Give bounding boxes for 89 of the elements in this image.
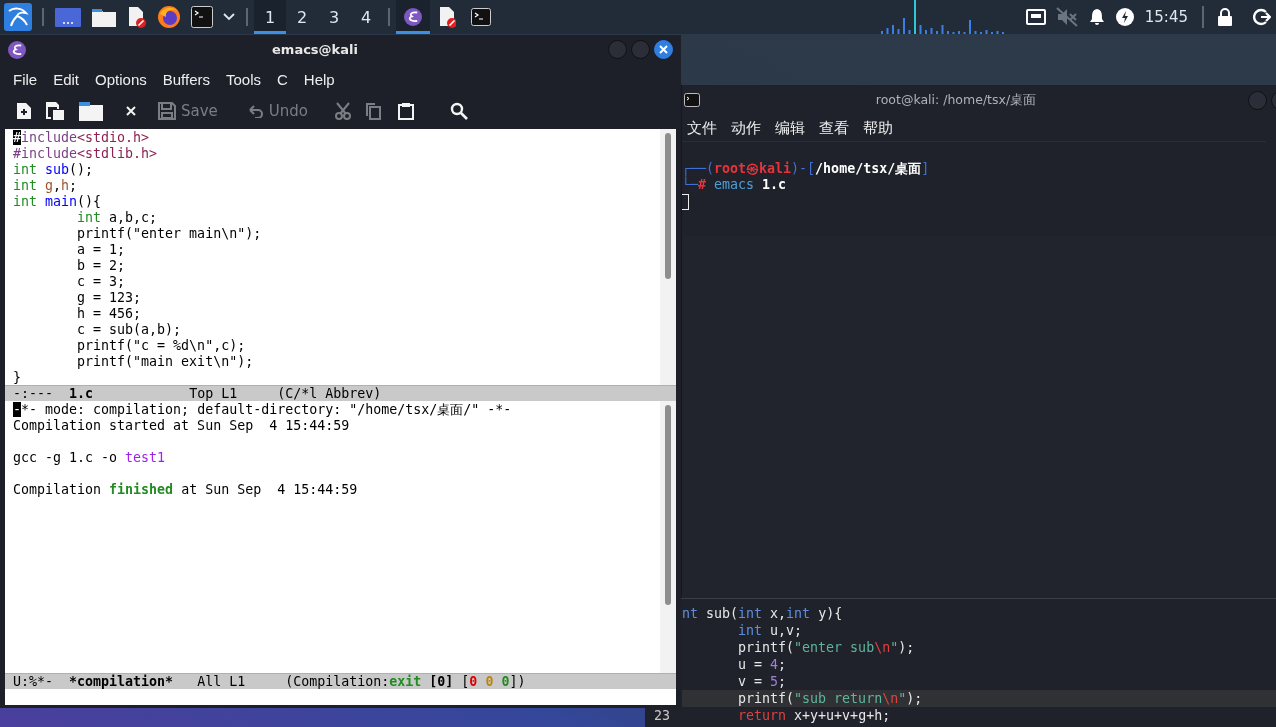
notifications-icon [1087,8,1106,26]
document-icon [438,6,456,28]
scrollbar-thumb[interactable] [665,133,671,279]
window-title: root@kali: /home/tsx/桌面 [874,91,1038,109]
scrollbar[interactable] [660,401,676,673]
folder-icon [91,6,117,28]
code-line: printf("enter sub\n"); [737,639,916,656]
code-line: h = 456; [76,306,143,322]
workspace-tab[interactable]: 4 [350,0,382,34]
search-button[interactable] [450,102,468,121]
menu-item[interactable]: Help [295,71,343,89]
code-line: -*- mode: compilation; default-directory: "/home/tsx/桌面/" -*- [13,402,513,418]
menu-item[interactable]: 编辑 [768,118,812,138]
code-line: c = 3; [76,274,127,290]
close-icon [659,45,668,55]
volume-muted-icon [1055,7,1078,27]
code-line: c = sub(a,b); [76,322,183,338]
paste-button[interactable] [398,102,414,121]
scrollbar[interactable] [660,129,676,385]
code-line: int main(){ [13,194,103,210]
code-line: int u,v; [737,622,804,639]
power-icon [1115,8,1134,26]
code-line: b = 2; [76,258,127,274]
code-line: u = 4; [737,656,788,673]
line-number: 23 [653,707,671,724]
code-line: v = 5; [737,673,788,690]
undo-icon [247,104,264,119]
code-line: return x+y+u+v+g+h; [737,707,892,724]
workspace-tab[interactable]: 1 [254,0,286,34]
kali-dragon-icon[interactable] [4,3,32,31]
search-icon [450,102,468,121]
save-icon [158,102,176,121]
new-button[interactable] [16,102,32,121]
workspace-tab[interactable]: 3 [318,0,350,34]
logout-icon [1253,8,1271,26]
lock-icon [1217,8,1233,26]
copy-icon [365,102,381,121]
code-line: int sub(); [13,162,95,178]
scissors-icon [335,102,351,121]
terminal-icon [191,6,213,28]
terminal-icon [471,8,491,26]
taskbar-window-button[interactable] [396,0,430,34]
code-line: gcc -g 1.c -o test1 [13,450,167,466]
folder-button[interactable] [78,100,104,123]
code-line: int a,b,c; [76,210,159,226]
menu-item[interactable]: File [5,71,46,89]
terminal-line: ┌──(root㉿kali)-[/home/tsx/桌面] [682,161,931,177]
new-file-icon [16,102,32,121]
text-cursor [682,194,689,210]
terminal-icon [684,93,700,107]
network-icon [1025,9,1046,25]
menu-item[interactable]: 文件 [682,118,724,138]
code-line: printf("main exit\n"); [76,354,255,370]
menu-item[interactable]: 帮助 [856,118,900,138]
code-line: Compilation started at Sun Sep 4 15:44:59 [13,418,351,434]
menu-item[interactable]: Options [87,71,155,89]
menu-item[interactable]: C [269,71,296,89]
menu-item[interactable]: Edit [45,71,88,89]
show-desktop-icon [55,6,81,28]
code-line: #include<stdlib.h> [13,146,159,162]
code-line: g = 123; [76,290,143,306]
emacs-icon [8,40,26,59]
code-line: printf("c = %d\n",c); [76,338,247,354]
open-button[interactable] [45,101,65,122]
window-title: emacs@kali [271,42,359,58]
code-line: Compilation finished at Sun Sep 4 15:44:59 [13,482,359,498]
duplicate-file-icon [45,101,65,122]
folder-icon [78,100,104,123]
code-line: nt sub(int x,int y){ [682,605,844,622]
close-button[interactable] [654,40,673,60]
menu-item[interactable]: 查看 [812,118,856,138]
text-editor-icon [127,6,147,28]
clock: 15:45 [1144,7,1188,28]
terminal-line: └─# emacs 1.c [682,177,788,193]
scrollbar-thumb[interactable] [665,405,671,605]
menu-item[interactable]: Tools [218,71,269,89]
emacs-icon [404,8,422,26]
menu-item[interactable]: Buffers [154,71,218,89]
code-line: printf("enter main\n"); [76,226,263,242]
workspace-tab[interactable]: 2 [286,0,318,34]
code-line: a = 1; [76,242,127,258]
clipboard-icon [398,102,414,121]
code-line: #include<stdio.h> [13,130,151,146]
close-icon [126,106,136,117]
code-line: } [13,370,22,385]
dropdown-icon [223,13,235,21]
menu-item[interactable]: 动作 [724,118,768,138]
code-line: int g,h; [13,178,79,194]
firefox-icon [157,5,181,29]
